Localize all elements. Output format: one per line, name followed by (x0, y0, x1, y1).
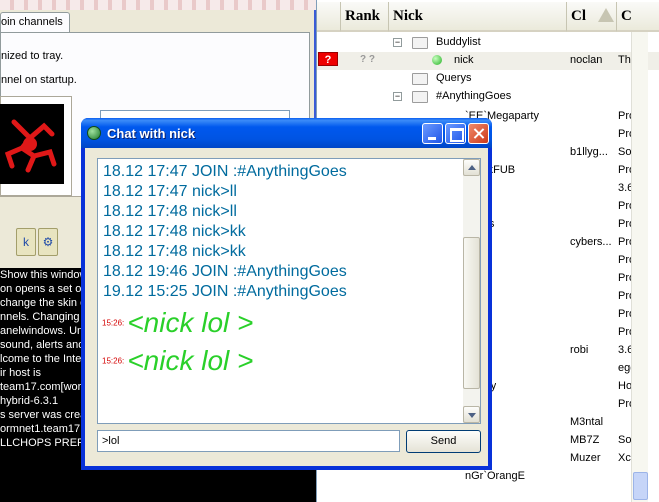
clan-cell: cybers... (570, 236, 612, 248)
group-label: #AnythingGoes (436, 90, 512, 102)
tool-buttons: k ⚙ (16, 228, 76, 258)
unknown-rank-marks: ? ? (360, 54, 375, 65)
country-cell: Pro (618, 290, 632, 302)
country-cell: Sol (618, 146, 632, 158)
group-label: Buddylist (436, 36, 481, 48)
clan-cell: Muzer (570, 452, 601, 464)
chat-line: 18.12 19:46 JOIN :#AnythingGoes (103, 263, 347, 280)
chat-line: 18.12 17:47 nick>ll (103, 183, 237, 200)
column-header-clan[interactable]: Cl (567, 2, 617, 32)
network-icon[interactable]: ⚙ (38, 228, 58, 256)
chat-scrollbar[interactable] (463, 159, 480, 423)
message-input[interactable] (97, 430, 400, 452)
country-cell: Pro (618, 326, 632, 338)
country-cell: egg (618, 362, 632, 374)
clan-cell: robi (570, 344, 589, 356)
unknown-flag-icon: ? (318, 52, 338, 66)
folder-icon (412, 37, 428, 49)
message-time: 15:26: (102, 318, 125, 328)
country-cell: Hos (618, 380, 632, 392)
minimize-button[interactable] (422, 123, 443, 144)
country-cell: Pro (618, 398, 632, 410)
country-cell: 3.6 (618, 182, 632, 194)
country-cell: 3.6 (618, 344, 632, 356)
sort-arrow-icon (598, 8, 614, 22)
chat-app-icon (87, 126, 101, 140)
country-cell: Pro (618, 254, 632, 266)
country-cell: Pro (618, 236, 632, 248)
nick-row[interactable]: nGr`OrangE (317, 468, 659, 486)
online-status-icon (432, 55, 442, 65)
scroll-up-icon[interactable] (463, 159, 480, 176)
kontact-icon[interactable]: k (16, 228, 36, 256)
maximize-button[interactable] (445, 123, 466, 144)
tab-join-channels[interactable]: oin channels (0, 12, 70, 33)
nicklist-scrollbar[interactable] (631, 32, 648, 502)
list-header: Rank Nick Cl C (317, 2, 659, 32)
group-querys[interactable]: Querys (317, 70, 659, 88)
clan-cell: M3ntal (570, 416, 604, 428)
nick-cell: nGr`OrangE (465, 470, 525, 482)
country-cell: Pro (618, 164, 632, 176)
chat-window: Chat with nick 18.12 17:47 JOIN :#Anythi… (81, 118, 492, 470)
message-text: <nick lol > (127, 307, 254, 338)
chat-line: 18.12 17:48 nick>ll (103, 203, 237, 220)
country-cell: Sol (618, 434, 632, 446)
folder-icon (412, 91, 428, 103)
scroll-thumb[interactable] (463, 237, 480, 389)
chat-title: Chat with nick (107, 126, 196, 141)
scroll-thumb[interactable] (633, 472, 648, 500)
clan-cell: MB7Z (570, 434, 600, 446)
country-cell: Pro (618, 272, 632, 284)
country-cell: Xch (618, 452, 632, 464)
group-channel[interactable]: − #AnythingGoes (317, 88, 659, 106)
country-cell: Pro (618, 110, 632, 122)
scroll-down-icon[interactable] (463, 406, 480, 423)
country-cell: Pro (618, 128, 632, 140)
buddy-nick: nick (454, 54, 474, 66)
top-strip (0, 0, 316, 10)
collapse-icon[interactable]: − (393, 92, 402, 101)
column-header-rank[interactable]: Rank (341, 2, 389, 32)
folder-icon (412, 73, 428, 85)
option-minimize-to-tray[interactable]: nized to tray. (1, 50, 63, 62)
chat-log[interactable]: 18.12 17:47 JOIN :#AnythingGoes 18.12 17… (97, 158, 481, 424)
close-button[interactable] (468, 123, 489, 144)
column-header-country[interactable]: C (617, 2, 659, 32)
group-label: Querys (436, 72, 472, 84)
chat-message: 15:26: <nick lol > (102, 307, 253, 339)
group-buddylist[interactable]: − Buddylist (317, 34, 659, 52)
message-time: 15:26: (102, 356, 125, 366)
column-header-clan-label: Cl (571, 8, 586, 24)
chat-line: 19.12 15:25 JOIN :#AnythingGoes (103, 283, 347, 300)
chat-titlebar[interactable]: Chat with nick (81, 118, 492, 148)
collapse-icon[interactable]: − (393, 38, 402, 47)
column-header-nick[interactable]: Nick (389, 2, 567, 32)
chat-body: 18.12 17:47 JOIN :#AnythingGoes 18.12 17… (85, 148, 488, 466)
country-cell: Pro (618, 200, 632, 212)
message-text: <nick lol > (127, 345, 254, 376)
send-button[interactable]: Send (406, 430, 481, 453)
clan-cell: b1llyg... (570, 146, 608, 158)
country-cell: Pro (618, 218, 632, 230)
column-header-flag[interactable] (317, 2, 341, 32)
worm-logo-icon (0, 104, 64, 184)
chat-line: 18.12 17:48 nick>kk (103, 243, 246, 260)
country-cell: Pro (618, 308, 632, 320)
option-join-on-startup[interactable]: nnel on startup. (1, 74, 77, 86)
buddy-clan: noclan (570, 54, 603, 66)
chat-line: 18.12 17:48 nick>kk (103, 223, 246, 240)
chat-line: 18.12 17:47 JOIN :#AnythingGoes (103, 163, 347, 180)
chat-message: 15:26: <nick lol > (102, 345, 253, 377)
